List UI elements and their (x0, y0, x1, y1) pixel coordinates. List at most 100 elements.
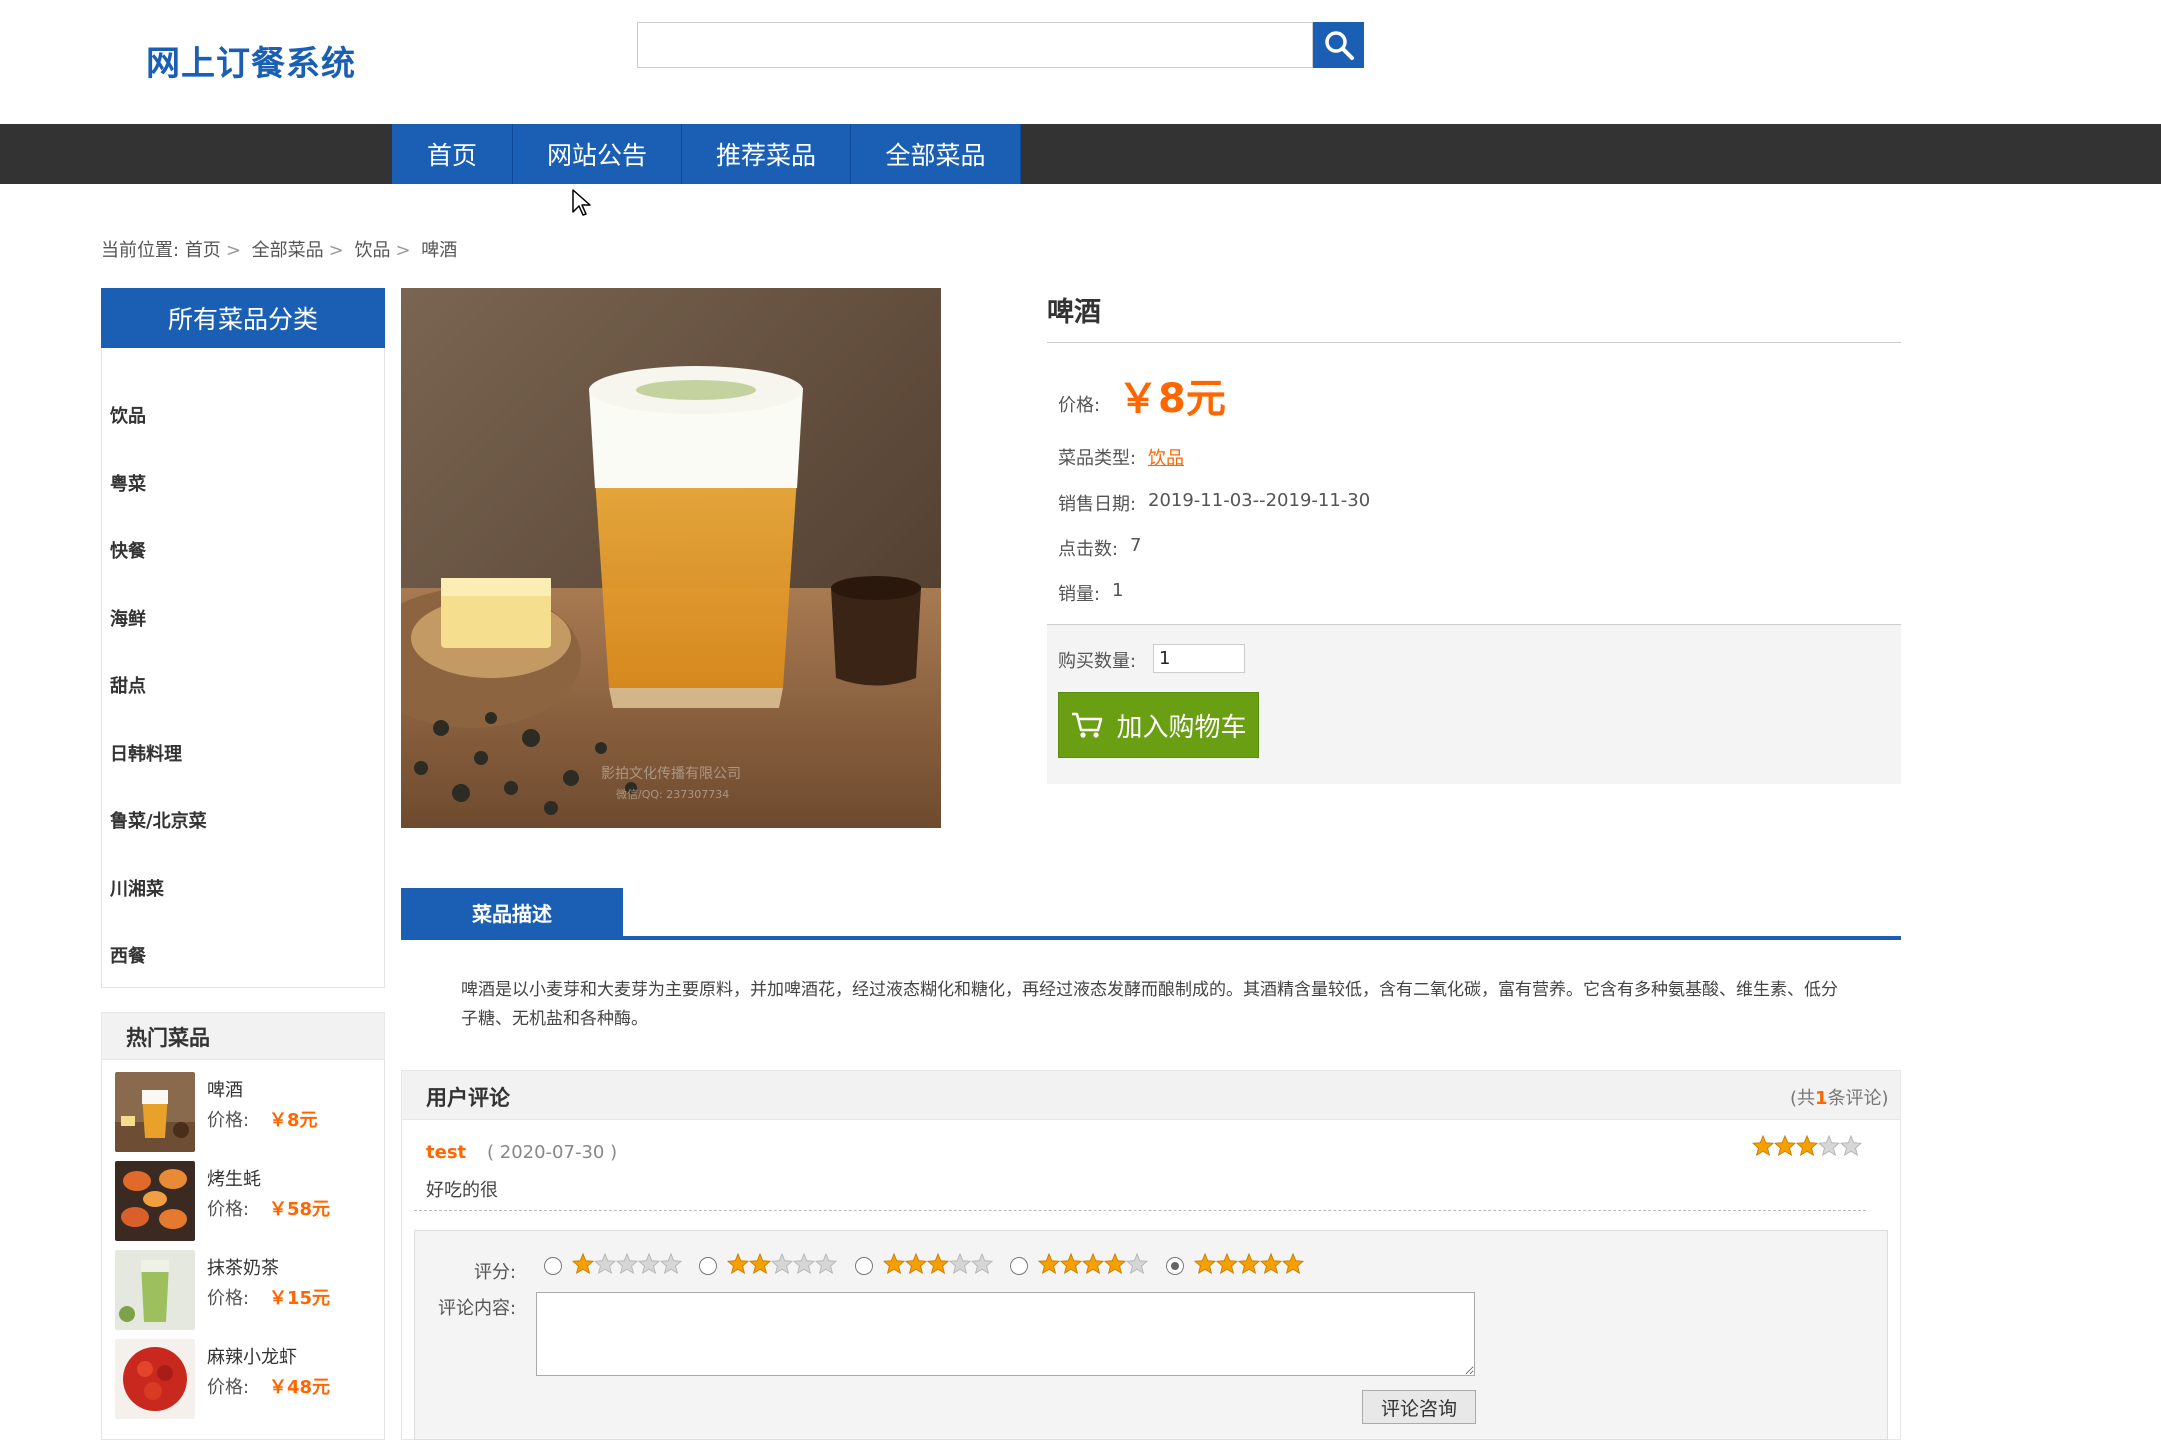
score-stars-1 (572, 1253, 682, 1278)
product-name: 啤酒 (1047, 297, 1101, 328)
star-icon (594, 1253, 616, 1274)
price-label: 价格: (1058, 395, 1101, 416)
star-icon (749, 1253, 771, 1274)
score-stars-2 (727, 1253, 837, 1278)
hot-dish-thumbnail[interactable] (115, 1072, 195, 1152)
main-navbar (0, 124, 2161, 184)
divider (1047, 342, 1901, 343)
category-item[interactable]: 海鲜 (110, 605, 146, 631)
tab-underline (401, 936, 1901, 940)
hot-dish-name[interactable]: 麻辣小龙虾 (207, 1343, 297, 1369)
product-type-link[interactable]: 饮品 (1148, 444, 1184, 470)
category-item[interactable]: 快餐 (110, 537, 146, 563)
hot-dish-name[interactable]: 啤酒 (207, 1076, 243, 1102)
add-to-cart-button[interactable]: 加入购物车 (1058, 692, 1259, 758)
product-price: ￥8元 (1118, 376, 1226, 422)
breadcrumb-sep-icon: > (395, 240, 411, 261)
hot-dish-price-label: 价格: (207, 1288, 250, 1309)
star-icon (638, 1253, 660, 1274)
star-icon (1060, 1253, 1082, 1274)
review-count-number: 1 (1815, 1088, 1828, 1109)
divider (414, 1210, 1866, 1211)
hot-dish-price: ￥58元 (269, 1199, 331, 1220)
nav-recommended[interactable]: 推荐菜品 (682, 124, 851, 184)
star-icon (1216, 1253, 1238, 1274)
review-count: (共1条评论) (1790, 1084, 1889, 1110)
star-icon (1038, 1253, 1060, 1274)
breadcrumb-prefix: 当前位置: (101, 240, 180, 261)
star-icon (660, 1253, 682, 1274)
score-radio-2[interactable] (699, 1257, 717, 1275)
category-item[interactable]: 川湘菜 (110, 875, 164, 901)
score-stars-4 (1038, 1253, 1148, 1278)
nav-announcements[interactable]: 网站公告 (513, 124, 682, 184)
star-icon (971, 1253, 993, 1274)
hot-dish-thumbnail[interactable] (115, 1161, 195, 1241)
site-logo[interactable]: 网上订餐系统 (146, 36, 356, 85)
star-icon (1818, 1135, 1840, 1156)
star-icon (793, 1253, 815, 1274)
nav-home[interactable]: 首页 (392, 124, 513, 184)
star-icon (1260, 1253, 1282, 1274)
hot-dish-price-label: 价格: (207, 1199, 250, 1220)
category-item[interactable]: 粤菜 (110, 470, 146, 496)
score-radio-3[interactable] (855, 1257, 873, 1275)
star-icon (727, 1253, 749, 1274)
star-icon (1194, 1253, 1216, 1274)
category-item[interactable]: 鲁菜/北京菜 (110, 807, 207, 833)
reviews-title: 用户评论 (426, 1086, 510, 1110)
star-icon (572, 1253, 594, 1274)
score-stars-3 (883, 1253, 993, 1278)
star-icon (1282, 1253, 1304, 1274)
image-watermark: 微信/QQ: 237307734 (616, 787, 729, 801)
hot-dish-price-label: 价格: (207, 1377, 250, 1398)
category-item[interactable]: 日韩料理 (110, 740, 182, 766)
score-radio-1[interactable] (544, 1257, 562, 1275)
mouse-cursor-icon (572, 189, 591, 216)
hot-dish-name[interactable]: 抹茶奶茶 (207, 1254, 279, 1280)
review-user: test (426, 1142, 467, 1163)
hot-dish-price-label: 价格: (207, 1110, 250, 1131)
star-icon (1126, 1253, 1148, 1274)
breadcrumb: 当前位置: 首页 > 全部菜品 > 饮品 > 啤酒 (101, 236, 457, 262)
breadcrumb-sep-icon: > (328, 240, 344, 261)
review-text: 好吃的很 (426, 1180, 498, 1201)
breadcrumb-sep-icon: > (225, 240, 241, 261)
review-rating (1752, 1135, 1862, 1160)
breadcrumb-home[interactable]: 首页 (185, 240, 221, 261)
tab-description[interactable]: 菜品描述 (401, 888, 623, 936)
category-item[interactable]: 甜点 (110, 672, 146, 698)
star-icon (1104, 1253, 1126, 1274)
quantity-label: 购买数量: (1058, 651, 1137, 672)
hot-dish-thumbnail[interactable] (115, 1339, 195, 1419)
reviews-header (401, 1070, 1901, 1120)
breadcrumb-all-dishes[interactable]: 全部菜品 (252, 240, 324, 261)
review-count-suffix: 条评论) (1827, 1088, 1889, 1109)
star-icon (1082, 1253, 1104, 1274)
add-to-cart-label: 加入购物车 (1116, 712, 1247, 743)
star-icon (815, 1253, 837, 1274)
score-radio-4[interactable] (1010, 1257, 1028, 1275)
star-icon (1752, 1135, 1774, 1156)
comment-label: 评论内容: (438, 1298, 517, 1319)
star-icon (1774, 1135, 1796, 1156)
comment-textarea[interactable] (536, 1292, 1475, 1376)
star-icon (927, 1253, 949, 1274)
category-item[interactable]: 西餐 (110, 942, 146, 968)
quantity-input[interactable] (1153, 644, 1245, 673)
hot-dish-name[interactable]: 烤生蚝 (207, 1165, 261, 1191)
product-image: 影拍文化传播有限公司 微信/QQ: 237307734 (401, 288, 941, 828)
search-icon (1324, 31, 1354, 60)
nav-all-dishes[interactable]: 全部菜品 (851, 124, 1021, 184)
hot-dish-thumbnail[interactable] (115, 1250, 195, 1330)
score-radio-5[interactable] (1166, 1257, 1184, 1275)
search-button[interactable] (1313, 22, 1364, 68)
category-item[interactable]: 饮品 (110, 402, 146, 428)
category-header: 所有菜品分类 (101, 288, 385, 348)
star-icon (1840, 1135, 1862, 1156)
clicks-label: 点击数: (1058, 539, 1119, 560)
star-icon (883, 1253, 905, 1274)
breadcrumb-category[interactable]: 饮品 (354, 240, 390, 261)
search-input[interactable] (637, 22, 1313, 68)
description-text: 啤酒是以小麦芽和大麦芽为主要原料，并加啤酒花，经过液态糊化和糖化，再经过液态发酵… (461, 980, 1838, 1029)
